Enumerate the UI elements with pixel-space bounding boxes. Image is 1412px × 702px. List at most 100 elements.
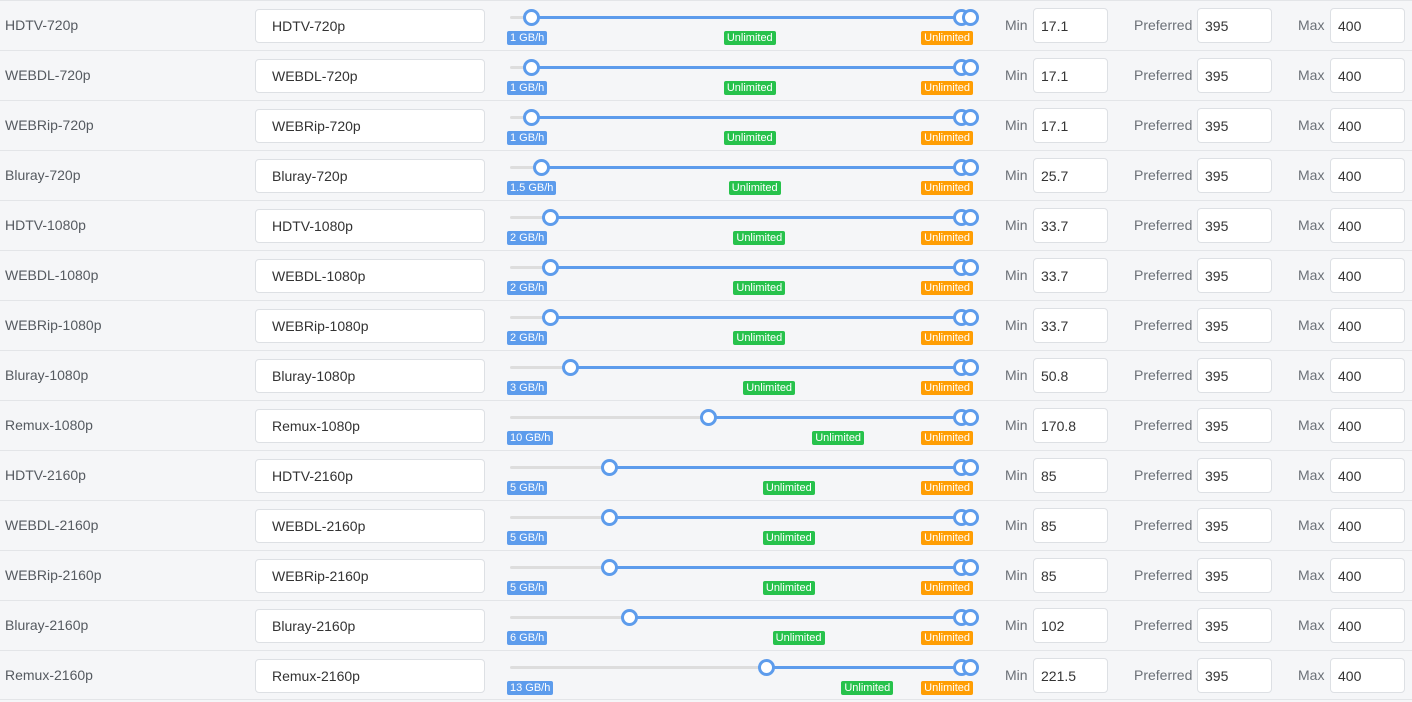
max-size-input[interactable] (1330, 158, 1405, 193)
min-size-handle[interactable] (533, 159, 551, 176)
preferred-size-input[interactable] (1197, 308, 1272, 343)
max-size-handle[interactable] (961, 509, 979, 526)
quality-title-input[interactable] (255, 409, 485, 443)
size-range-slider[interactable]: 5 GB/h Unlimited Unlimited (507, 551, 979, 601)
max-size-input[interactable] (1330, 658, 1405, 693)
quality-title-input[interactable] (255, 59, 485, 93)
min-size-input[interactable] (1033, 358, 1108, 393)
min-size-input[interactable] (1033, 58, 1108, 93)
max-size-input[interactable] (1330, 208, 1405, 243)
max-size-handle[interactable] (961, 259, 979, 276)
size-range-slider[interactable]: 6 GB/h Unlimited Unlimited (507, 601, 979, 651)
quality-title-input[interactable] (255, 109, 485, 143)
min-size-input[interactable] (1033, 258, 1108, 293)
quality-title-input[interactable] (255, 509, 485, 543)
min-size-input[interactable] (1033, 8, 1108, 43)
max-size-handle[interactable] (961, 409, 979, 426)
min-size-input[interactable] (1033, 508, 1108, 543)
max-size-handle[interactable] (961, 109, 979, 126)
size-range-slider[interactable]: 1 GB/h Unlimited Unlimited (507, 101, 979, 151)
min-size-handle[interactable] (699, 409, 717, 426)
max-size-input[interactable] (1330, 308, 1405, 343)
size-range-slider[interactable]: 2 GB/h Unlimited Unlimited (507, 251, 979, 301)
preferred-size-input[interactable] (1197, 658, 1272, 693)
max-size-input[interactable] (1330, 408, 1405, 443)
min-size-input[interactable] (1033, 608, 1108, 643)
min-size-handle[interactable] (561, 359, 579, 376)
preferred-size-input[interactable] (1197, 208, 1272, 243)
preferred-size-input[interactable] (1197, 158, 1272, 193)
max-size-input[interactable] (1330, 8, 1405, 43)
min-size-input[interactable] (1033, 558, 1108, 593)
quality-title-input[interactable] (255, 9, 485, 43)
min-size-input[interactable] (1033, 158, 1108, 193)
min-size-handle[interactable] (601, 459, 619, 476)
size-range-slider[interactable]: 1 GB/h Unlimited Unlimited (507, 1, 979, 51)
preferred-size-input[interactable] (1197, 258, 1272, 293)
min-size-input[interactable] (1033, 208, 1108, 243)
size-range-slider[interactable]: 5 GB/h Unlimited Unlimited (507, 501, 979, 551)
quality-title-input[interactable] (255, 209, 485, 243)
size-range-slider[interactable]: 1 GB/h Unlimited Unlimited (507, 51, 979, 101)
max-size-input[interactable] (1330, 558, 1405, 593)
max-size-handle[interactable] (961, 209, 979, 226)
max-size-input[interactable] (1330, 508, 1405, 543)
min-size-handle[interactable] (523, 9, 541, 26)
min-size-input[interactable] (1033, 458, 1108, 493)
max-size-handle[interactable] (961, 459, 979, 476)
preferred-size-input[interactable] (1197, 108, 1272, 143)
preferred-size-input[interactable] (1197, 558, 1272, 593)
min-size-handle[interactable] (601, 559, 619, 576)
max-size-handle[interactable] (961, 9, 979, 26)
max-size-handle[interactable] (961, 309, 979, 326)
preferred-size-input[interactable] (1197, 508, 1272, 543)
size-range-slider[interactable]: 3 GB/h Unlimited Unlimited (507, 351, 979, 401)
size-range-slider[interactable]: 1.5 GB/h Unlimited Unlimited (507, 151, 979, 201)
preferred-size-input[interactable] (1197, 608, 1272, 643)
quality-title-input[interactable] (255, 359, 485, 393)
min-size-handle[interactable] (601, 509, 619, 526)
min-size-input[interactable] (1033, 108, 1108, 143)
max-size-input[interactable] (1330, 58, 1405, 93)
max-size-input[interactable] (1330, 358, 1405, 393)
size-range-slider[interactable]: 5 GB/h Unlimited Unlimited (507, 451, 979, 501)
min-size-input[interactable] (1033, 658, 1108, 693)
preferred-size-input[interactable] (1197, 358, 1272, 393)
max-size-handle[interactable] (961, 359, 979, 376)
min-size-handle[interactable] (758, 659, 776, 676)
max-size-input[interactable] (1330, 458, 1405, 493)
quality-title-input[interactable] (255, 309, 485, 343)
size-range-slider[interactable]: 10 GB/h Unlimited Unlimited (507, 401, 979, 451)
min-size-input[interactable] (1033, 408, 1108, 443)
min-size-handle[interactable] (542, 259, 560, 276)
min-size-handle[interactable] (523, 59, 541, 76)
quality-title-input[interactable] (255, 259, 485, 293)
size-range-slider[interactable]: 2 GB/h Unlimited Unlimited (507, 301, 979, 351)
min-size-input[interactable] (1033, 308, 1108, 343)
min-size-handle[interactable] (620, 609, 638, 626)
max-size-handle[interactable] (961, 559, 979, 576)
size-range-slider[interactable]: 13 GB/h Unlimited Unlimited (507, 651, 979, 701)
max-size-handle[interactable] (961, 159, 979, 176)
preferred-size-input[interactable] (1197, 408, 1272, 443)
min-size-handle[interactable] (523, 109, 541, 126)
max-size-handle[interactable] (961, 609, 979, 626)
quality-title-input[interactable] (255, 559, 485, 593)
min-size-handle[interactable] (542, 209, 560, 226)
preferred-size-input[interactable] (1197, 8, 1272, 43)
preferred-size-input[interactable] (1197, 58, 1272, 93)
max-size-handle[interactable] (961, 659, 979, 676)
size-range-slider[interactable]: 2 GB/h Unlimited Unlimited (507, 201, 979, 251)
quality-title-input[interactable] (255, 609, 485, 643)
preferred-size-input[interactable] (1197, 458, 1272, 493)
quality-title-input[interactable] (255, 459, 485, 493)
max-size-badge: Unlimited (921, 31, 973, 45)
quality-title-input[interactable] (255, 159, 485, 193)
min-size-handle[interactable] (542, 309, 560, 326)
max-size-input[interactable] (1330, 258, 1405, 293)
max-size-handle[interactable] (961, 59, 979, 76)
quality-title-input[interactable] (255, 659, 485, 693)
max-size-input[interactable] (1330, 608, 1405, 643)
max-label: Max (1298, 17, 1325, 33)
max-size-input[interactable] (1330, 108, 1405, 143)
